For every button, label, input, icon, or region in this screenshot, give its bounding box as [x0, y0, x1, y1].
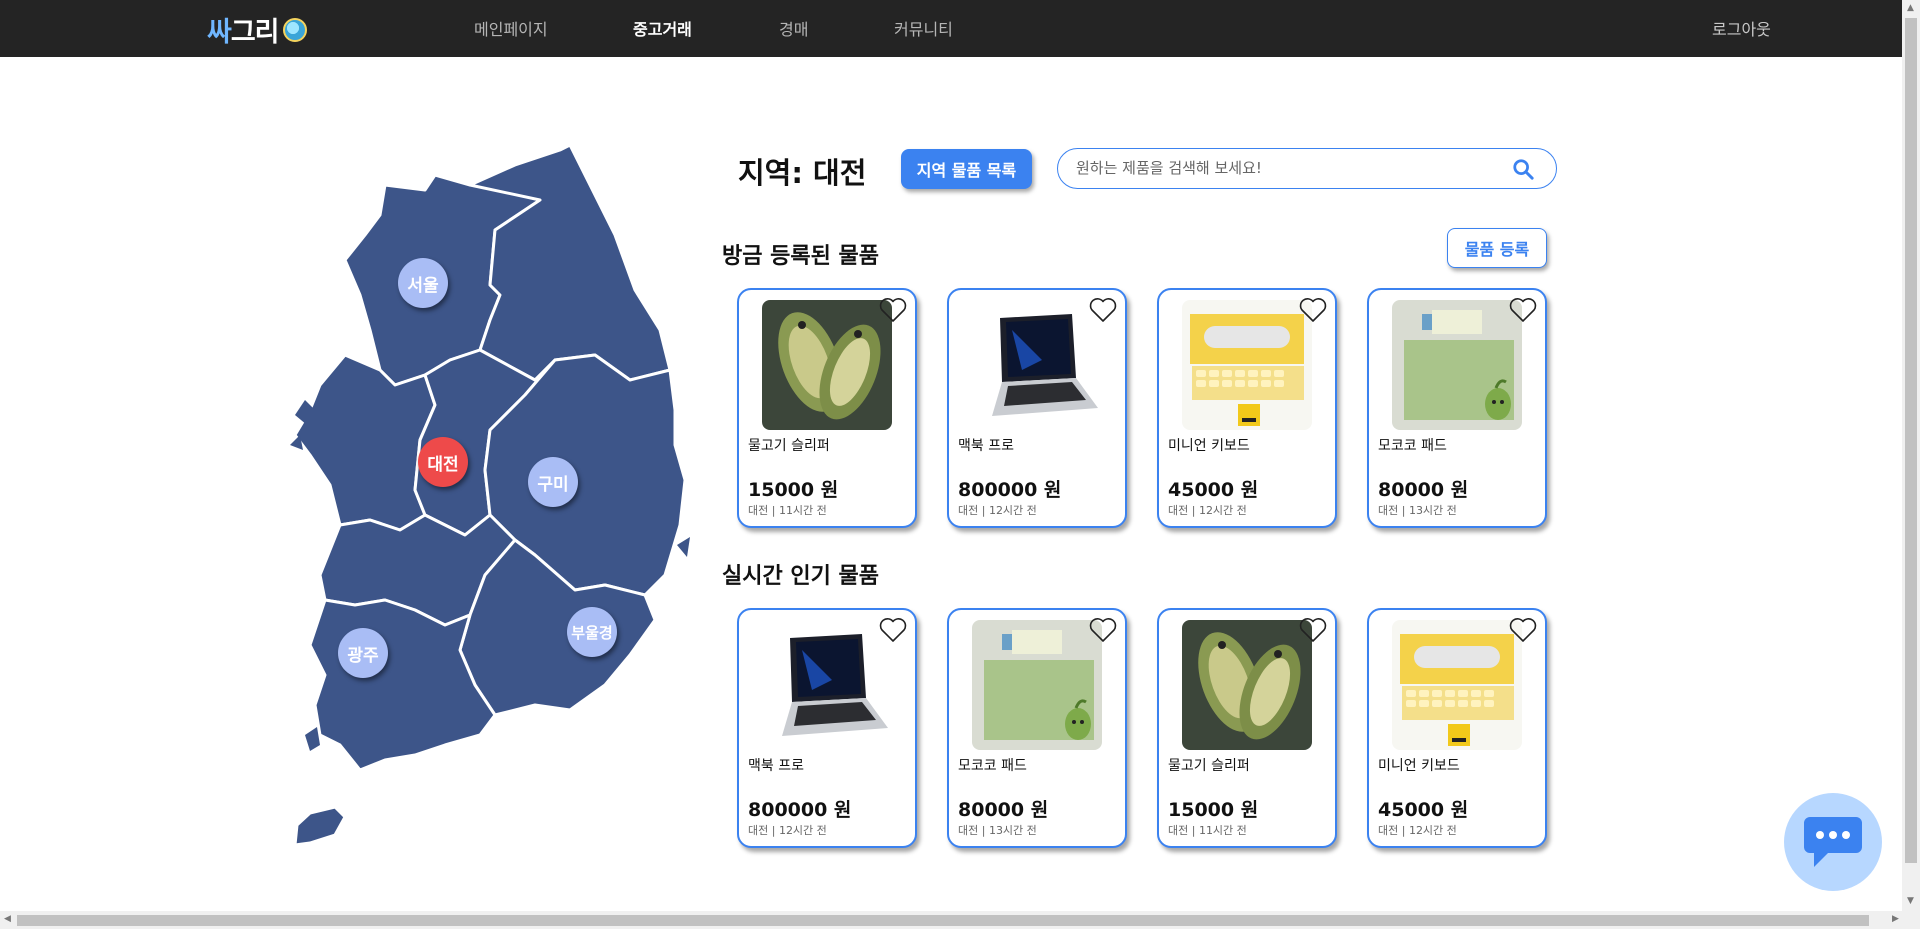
- product-price: 15000 원: [1168, 799, 1259, 821]
- product-card[interactable]: 맥북 프로 800000 원대전 | 12시간 전: [737, 608, 917, 848]
- map-region-jeonnam[interactable]: [308, 598, 497, 772]
- product-card[interactable]: 모코코 패드 80000 원대전 | 13시간 전: [947, 608, 1127, 848]
- product-card[interactable]: 모코코 패드 80000 원대전 | 13시간 전: [1367, 288, 1547, 528]
- vertical-scrollbar[interactable]: ▲ ▼: [1902, 0, 1920, 911]
- vertical-scroll-thumb[interactable]: [1905, 18, 1917, 863]
- korea-map-shape: [290, 143, 690, 847]
- region-pin-daejeon[interactable]: 대전: [418, 437, 468, 487]
- product-card[interactable]: 물고기 슬리퍼 15000 원대전 | 11시간 전: [1157, 608, 1337, 848]
- product-card[interactable]: 맥북 프로 800000 원대전 | 12시간 전: [947, 288, 1127, 528]
- heart-icon[interactable]: [1509, 297, 1537, 323]
- product-image[interactable]: [1392, 620, 1522, 750]
- nav-item-community[interactable]: 커뮤니티: [894, 16, 953, 40]
- product-price: 80000 원: [1378, 479, 1469, 501]
- heart-icon[interactable]: [879, 297, 907, 323]
- search-bar: [1057, 148, 1557, 189]
- region-pin-gwangju[interactable]: 광주: [338, 628, 388, 678]
- product-price: 15000 원: [748, 479, 839, 501]
- logo-text: 싸그리: [207, 17, 280, 48]
- product-price: 80000 원: [958, 799, 1049, 821]
- product-image[interactable]: [1182, 620, 1312, 750]
- product-image[interactable]: [762, 620, 892, 750]
- product-name: 물고기 슬리퍼: [748, 438, 830, 454]
- product-name: 모코코 패드: [958, 758, 1027, 774]
- product-location-time: 대전 | 13시간 전: [958, 824, 1037, 837]
- product-name: 미니언 키보드: [1168, 438, 1250, 454]
- recent-items-title: 방금 등록된 물품: [722, 244, 879, 269]
- heart-icon[interactable]: [879, 617, 907, 643]
- heart-icon[interactable]: [1299, 617, 1327, 643]
- heart-icon[interactable]: [1089, 297, 1117, 323]
- region-title: 지역: 대전: [738, 156, 867, 190]
- map-region-jeju[interactable]: [293, 805, 347, 847]
- product-image[interactable]: [972, 620, 1102, 750]
- product-name: 맥북 프로: [958, 438, 1014, 454]
- logo[interactable]: 싸그리: [207, 10, 307, 49]
- heart-icon[interactable]: [1089, 617, 1117, 643]
- logo-badge-icon: [282, 17, 307, 42]
- scroll-right-arrow-icon[interactable]: ▶: [1892, 914, 1899, 924]
- chat-bubble-icon: [1804, 817, 1862, 867]
- scroll-left-arrow-icon[interactable]: ◀: [4, 914, 11, 924]
- product-image[interactable]: [972, 300, 1102, 430]
- scroll-up-arrow-icon[interactable]: ▲: [1907, 3, 1914, 13]
- product-image[interactable]: [1392, 300, 1522, 430]
- horizontal-scroll-thumb[interactable]: [17, 915, 1869, 926]
- map-region-chungnam[interactable]: [293, 353, 437, 532]
- region-items-button[interactable]: 지역 물품 목록: [901, 149, 1032, 189]
- product-location-time: 대전 | 12시간 전: [1168, 504, 1247, 517]
- top-navigation-bar: 싸그리 메인페이지 중고거래 경매 커뮤니티 로그아웃: [0, 0, 1902, 57]
- product-name: 맥북 프로: [748, 758, 804, 774]
- product-name: 물고기 슬리퍼: [1168, 758, 1250, 774]
- product-card[interactable]: 미니언 키보드 45000 원대전 | 12시간 전: [1367, 608, 1547, 848]
- logout-link[interactable]: 로그아웃: [1712, 16, 1771, 40]
- product-price: 800000 원: [958, 479, 1062, 501]
- search-input[interactable]: [1076, 149, 1496, 187]
- popular-items-title: 실시간 인기 물품: [722, 564, 879, 589]
- product-card[interactable]: 미니언 키보드 45000 원대전 | 12시간 전: [1157, 288, 1337, 528]
- product-price: 45000 원: [1378, 799, 1469, 821]
- map-region-gangwon[interactable]: [468, 143, 672, 382]
- nav-item-auction[interactable]: 경매: [779, 16, 808, 40]
- product-image[interactable]: [1182, 300, 1312, 430]
- product-location-time: 대전 | 12시간 전: [1378, 824, 1457, 837]
- heart-icon[interactable]: [1509, 617, 1537, 643]
- product-location-time: 대전 | 12시간 전: [958, 504, 1037, 517]
- product-location-time: 대전 | 12시간 전: [748, 824, 827, 837]
- horizontal-scrollbar[interactable]: ◀ ▶: [0, 911, 1920, 929]
- product-price: 45000 원: [1168, 479, 1259, 501]
- product-location-time: 대전 | 11시간 전: [1168, 824, 1247, 837]
- nav-item-main[interactable]: 메인페이지: [474, 16, 548, 40]
- region-pin-bu-ul-gyeong[interactable]: 부울경: [567, 607, 617, 657]
- nav-item-used-trade[interactable]: 중고거래: [633, 16, 692, 40]
- product-price: 800000 원: [748, 799, 852, 821]
- register-item-button[interactable]: 물품 등록: [1447, 228, 1547, 268]
- heart-icon[interactable]: [1299, 297, 1327, 323]
- product-name: 미니언 키보드: [1378, 758, 1460, 774]
- product-card[interactable]: 물고기 슬리퍼 15000 원대전 | 11시간 전: [737, 288, 917, 528]
- region-pin-seoul[interactable]: 서울: [398, 258, 448, 308]
- korea-region-map: 서울 대전 구미 광주 부울경: [285, 143, 695, 855]
- product-name: 모코코 패드: [1378, 438, 1447, 454]
- product-location-time: 대전 | 11시간 전: [748, 504, 827, 517]
- search-icon[interactable]: [1512, 158, 1534, 180]
- product-location-time: 대전 | 13시간 전: [1378, 504, 1457, 517]
- region-pin-gumi[interactable]: 구미: [528, 457, 578, 507]
- scroll-down-arrow-icon[interactable]: ▼: [1907, 896, 1914, 906]
- product-image[interactable]: [762, 300, 892, 430]
- chat-button[interactable]: [1784, 793, 1882, 891]
